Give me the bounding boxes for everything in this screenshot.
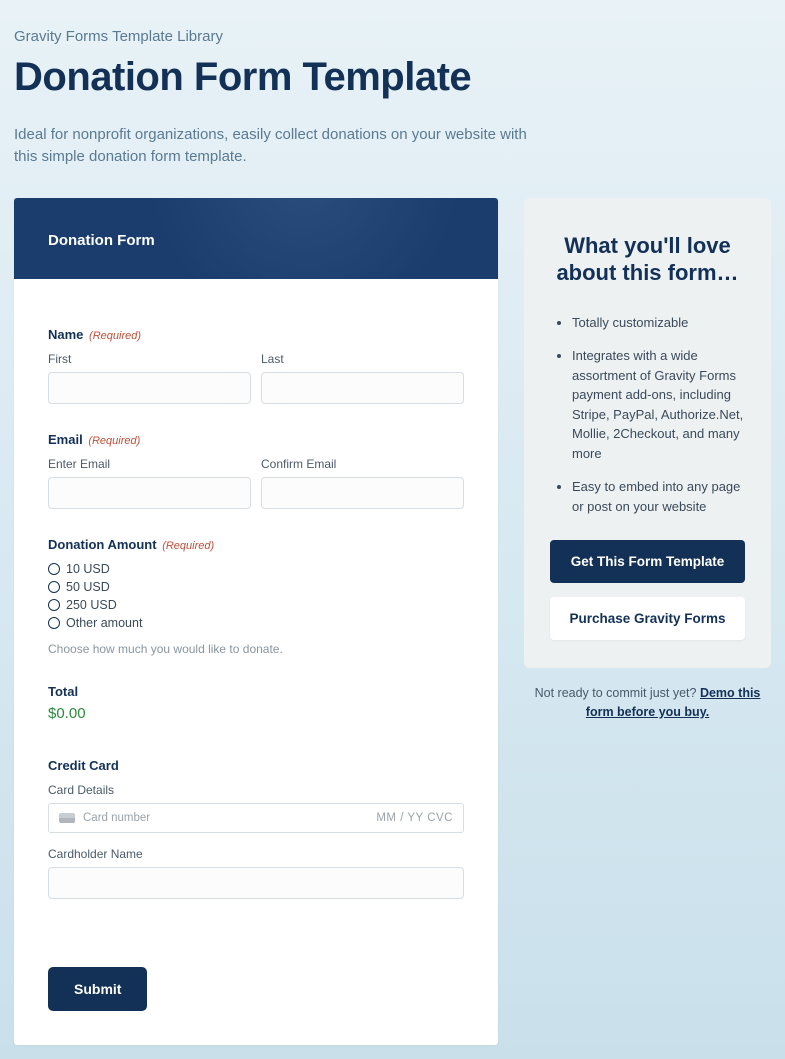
- donation-amount-group: Donation Amount (Required) 10 USD 50 USD…: [48, 537, 464, 656]
- confirm-email-input[interactable]: [261, 477, 464, 509]
- donation-option-label: 250 USD: [66, 598, 117, 612]
- confirm-email-sublabel: Confirm Email: [261, 457, 464, 471]
- form-panel: Donation Form Name (Required) First Last: [14, 198, 498, 1045]
- donation-option-label: 50 USD: [66, 580, 110, 594]
- email-field-group: Email (Required) Enter Email Confirm Ema…: [48, 432, 464, 509]
- donation-option[interactable]: 10 USD: [48, 562, 464, 576]
- first-name-input[interactable]: [48, 372, 251, 404]
- donation-option[interactable]: Other amount: [48, 616, 464, 630]
- name-label: Name: [48, 327, 83, 342]
- enter-email-sublabel: Enter Email: [48, 457, 251, 471]
- cardholder-name-input[interactable]: [48, 867, 464, 899]
- get-template-button[interactable]: Get This Form Template: [550, 540, 745, 583]
- donation-option-label: 10 USD: [66, 562, 110, 576]
- demo-prefix: Not ready to commit just yet?: [535, 686, 700, 700]
- required-indicator: (Required): [89, 330, 141, 342]
- purchase-button[interactable]: Purchase Gravity Forms: [550, 597, 745, 640]
- sidebar-bullet: Totally customizable: [572, 313, 745, 333]
- email-label: Email: [48, 432, 83, 447]
- page-title: Donation Form Template: [14, 55, 771, 100]
- donation-hint: Choose how much you would like to donate…: [48, 642, 464, 656]
- sidebar: What you'll love about this form… Totall…: [524, 198, 771, 722]
- radio-icon: [48, 617, 60, 629]
- total-value: $0.00: [48, 705, 464, 722]
- required-indicator: (Required): [162, 540, 214, 552]
- sidebar-bullet: Integrates with a wide assortment of Gra…: [572, 346, 745, 463]
- name-field-group: Name (Required) First Last: [48, 327, 464, 404]
- first-name-sublabel: First: [48, 352, 251, 366]
- radio-icon: [48, 563, 60, 575]
- cardholder-name-sublabel: Cardholder Name: [48, 847, 464, 861]
- donation-option-label: Other amount: [66, 616, 142, 630]
- required-indicator: (Required): [88, 435, 140, 447]
- credit-card-icon: [59, 813, 75, 823]
- radio-icon: [48, 599, 60, 611]
- donation-option[interactable]: 50 USD: [48, 580, 464, 594]
- form-header: Donation Form: [14, 198, 498, 279]
- sidebar-card: What you'll love about this form… Totall…: [524, 198, 771, 669]
- total-label: Total: [48, 684, 464, 699]
- sidebar-bullet: Easy to embed into any page or post on y…: [572, 477, 745, 516]
- credit-card-group: Credit Card Card Details Card number MM …: [48, 758, 464, 899]
- donation-amount-label: Donation Amount: [48, 537, 157, 552]
- enter-email-input[interactable]: [48, 477, 251, 509]
- card-number-placeholder: Card number: [83, 812, 150, 824]
- last-name-input[interactable]: [261, 372, 464, 404]
- card-number-input[interactable]: Card number MM / YY CVC: [48, 803, 464, 833]
- credit-card-label: Credit Card: [48, 758, 464, 773]
- sidebar-title: What you'll love about this form…: [550, 232, 745, 287]
- radio-icon: [48, 581, 60, 593]
- demo-line: Not ready to commit just yet? Demo this …: [524, 684, 771, 722]
- breadcrumb[interactable]: Gravity Forms Template Library: [14, 28, 771, 45]
- page-description: Ideal for nonprofit organizations, easil…: [14, 124, 554, 168]
- submit-button[interactable]: Submit: [48, 967, 147, 1011]
- last-name-sublabel: Last: [261, 352, 464, 366]
- card-details-sublabel: Card Details: [48, 783, 464, 797]
- donation-option[interactable]: 250 USD: [48, 598, 464, 612]
- card-expiry-cvc-placeholder: MM / YY CVC: [376, 812, 453, 824]
